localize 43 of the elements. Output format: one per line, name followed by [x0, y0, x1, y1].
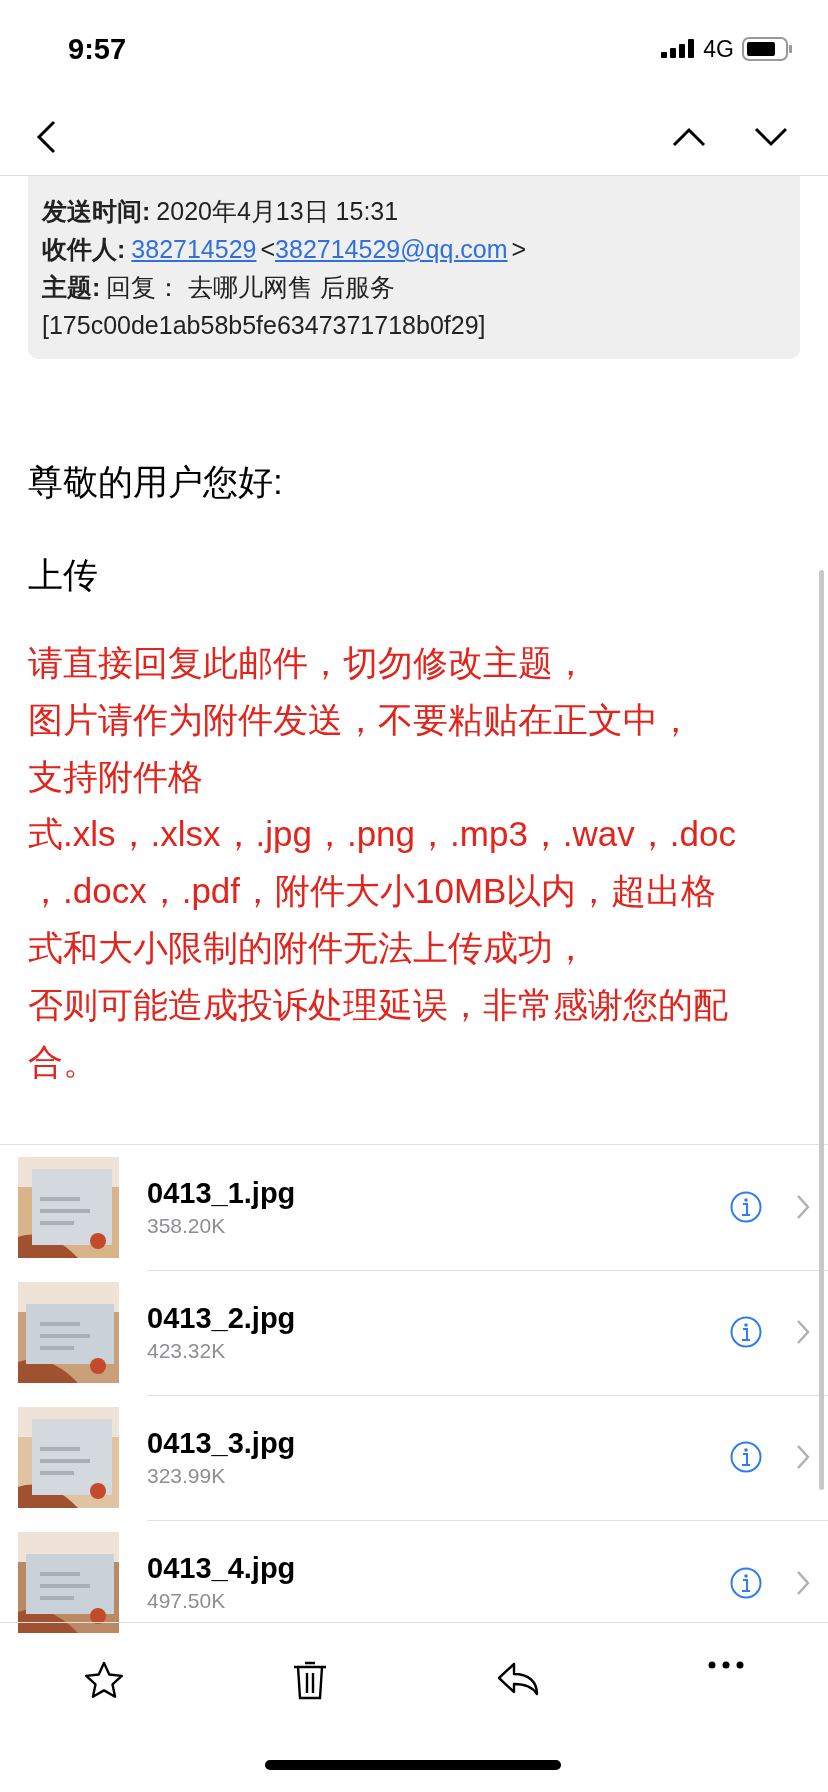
reply-icon[interactable] [496, 1661, 540, 1697]
notice-text: 支持附件格 [28, 756, 203, 798]
field-value: > [511, 235, 527, 263]
field-label: 发送时间: [42, 197, 151, 225]
body-text: 尊敬的用户您好: [28, 461, 284, 503]
back-icon[interactable] [36, 119, 56, 154]
star-icon[interactable] [84, 1661, 124, 1699]
field-value: 2020年4月13日 15:31 [156, 197, 399, 225]
notice-text: 式和大小限制的附件无法上传成功， [28, 927, 588, 969]
notice-text: 请直接回复此邮件，切勿修改主题， [28, 642, 588, 684]
down-icon[interactable] [754, 126, 788, 147]
info-icon[interactable] [730, 1316, 762, 1348]
file-name: 0413_2.jpg [147, 1301, 296, 1335]
notice-text: ，.docx，.pdf，附件大小10MB以内，超出格 [28, 870, 717, 912]
more-icon[interactable] [708, 1661, 744, 1669]
field-value: < [260, 235, 276, 263]
body-text: 上传 [28, 554, 99, 596]
notice-text: 式.xls，.xlsx，.jpg，.png，.mp3，.wav，.doc [28, 813, 736, 855]
notice-text: 图片请作为附件发送，不要粘贴在正文中， [28, 699, 693, 741]
battery-icon [742, 37, 792, 61]
status-time: 9:57 [68, 32, 127, 66]
file-name: 0413_3.jpg [147, 1426, 296, 1460]
email-link[interactable]: 382714529@qq.com [275, 235, 508, 263]
notice-text: 否则可能造成投诉处理延误，非常感谢您的配 [28, 984, 728, 1026]
file-size: 323.99K [147, 1463, 226, 1488]
notice-text: 合。 [28, 1041, 98, 1083]
field-label: 收件人: [42, 235, 126, 263]
info-icon[interactable] [730, 1566, 762, 1599]
file-name: 0413_4.jpg [147, 1552, 296, 1585]
up-icon[interactable] [672, 126, 706, 147]
signal-icon [661, 38, 696, 60]
trash-icon[interactable] [292, 1661, 328, 1701]
file-size: 358.20K [147, 1213, 226, 1238]
field-label: 主题: [42, 273, 101, 301]
file-size: 497.50K [147, 1589, 226, 1613]
file-name: 0413_1.jpg [147, 1176, 296, 1210]
info-icon[interactable] [730, 1191, 762, 1223]
network-label: 4G [703, 35, 734, 63]
field-value: [175c00de1ab58b5fe6347371718b0f29] [42, 311, 486, 339]
email-link[interactable]: 382714529 [131, 235, 257, 263]
info-icon[interactable] [730, 1441, 762, 1473]
field-value: 回复： 去哪儿网售 后服务 [106, 273, 396, 301]
file-size: 423.32K [147, 1338, 226, 1363]
